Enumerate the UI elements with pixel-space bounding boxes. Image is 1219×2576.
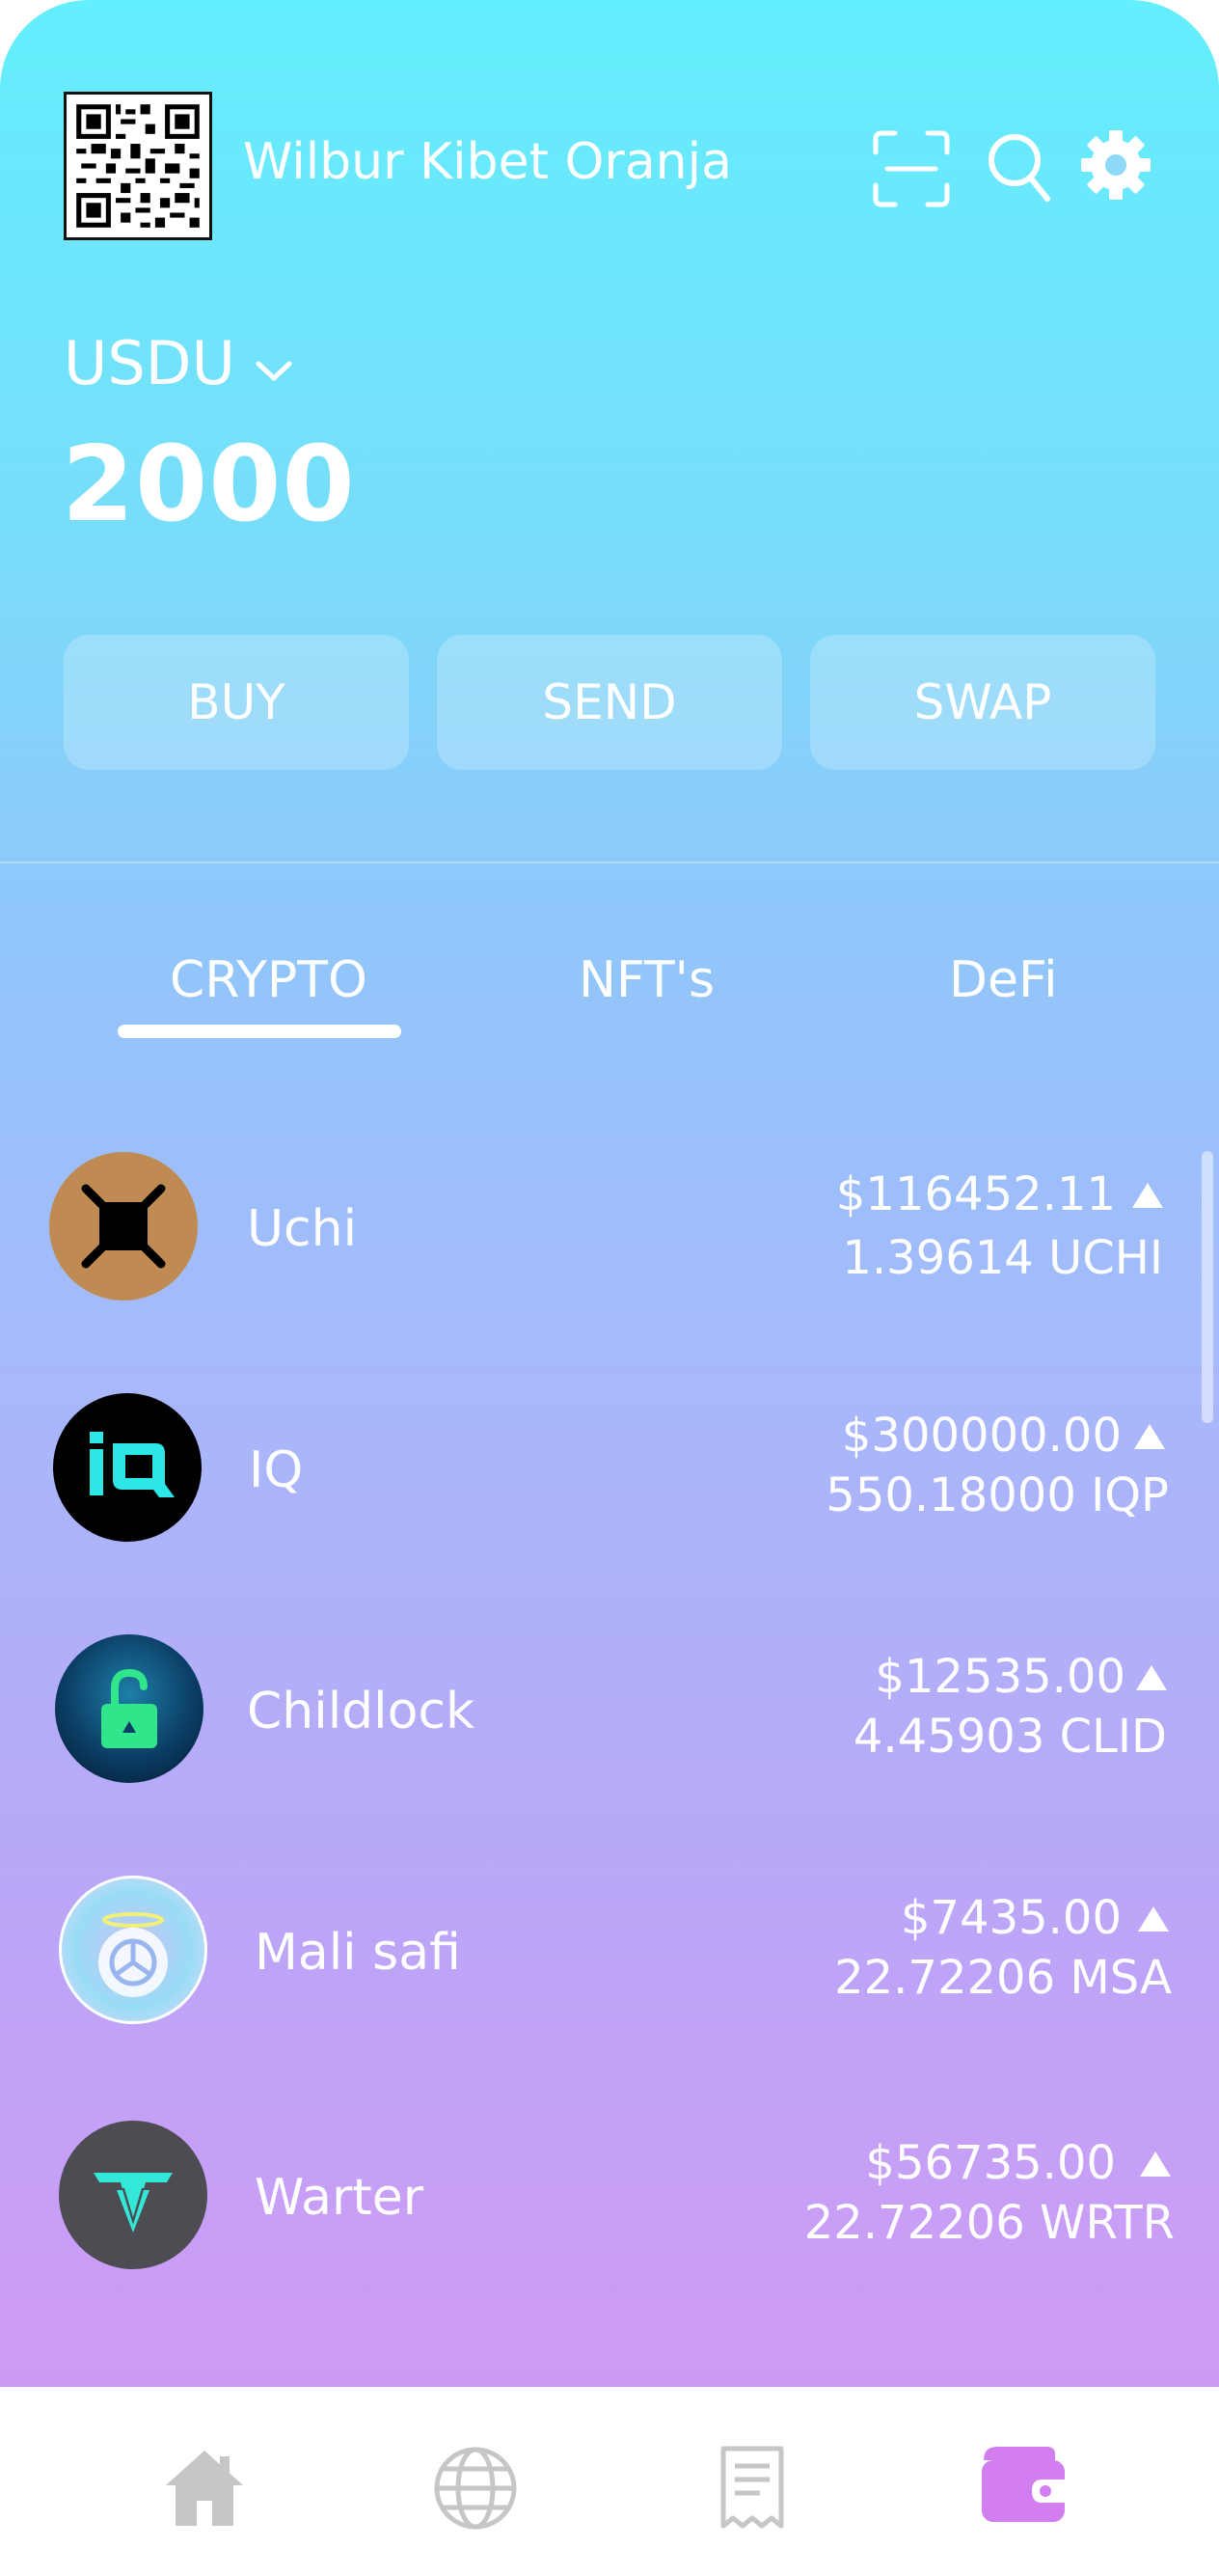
- wallet-icon[interactable]: [978, 2441, 1069, 2532]
- trend-up-icon: [1132, 1183, 1163, 1208]
- chevron-down-icon: [255, 328, 293, 398]
- coin-amount: 22.72206 MSA: [834, 1951, 1172, 2005]
- swap-button[interactable]: SWAP: [810, 635, 1155, 770]
- warter-coin-icon: [59, 2121, 207, 2269]
- trend-up-icon: [1138, 1906, 1169, 1932]
- receipt-icon[interactable]: [716, 2445, 789, 2535]
- coin-value: $56735.00: [865, 2136, 1116, 2190]
- coin-value: $116452.11: [835, 1167, 1116, 1221]
- globe-icon[interactable]: [432, 2445, 519, 2535]
- coin-name: IQ: [249, 1441, 304, 1499]
- coin-amount: 550.18000 IQP: [826, 1468, 1169, 1522]
- wallet-screen: Wilbur Kibet Oranja USDU 2000 BUY SEND S…: [0, 0, 1219, 2387]
- trend-up-icon: [1136, 1665, 1167, 1690]
- tab-defi[interactable]: DeFi: [949, 951, 1058, 1009]
- gear-icon[interactable]: [1080, 129, 1151, 205]
- buy-button[interactable]: BUY: [64, 635, 409, 770]
- childlock-coin-icon: [55, 1634, 203, 1783]
- trend-up-icon: [1140, 2151, 1171, 2177]
- coin-amount: 1.39614 UCHI: [842, 1231, 1163, 1285]
- coin-value: $12535.00: [875, 1650, 1125, 1704]
- balance-amount: 2000: [62, 425, 356, 545]
- coin-amount: 22.72206 WRTR: [803, 2196, 1175, 2250]
- scan-icon[interactable]: [872, 129, 951, 212]
- qr-code-icon[interactable]: [64, 92, 212, 240]
- mali-safi-coin-icon: [59, 1876, 207, 2024]
- uchi-coin-icon: [49, 1152, 198, 1301]
- currency-label: USDU: [64, 328, 235, 398]
- home-icon[interactable]: [162, 2445, 247, 2534]
- username: Wilbur Kibet Oranja: [243, 133, 732, 191]
- coin-amount: 4.45903 CLID: [853, 1710, 1167, 1764]
- tab-nfts[interactable]: NFT's: [579, 951, 715, 1009]
- tab-crypto[interactable]: CRYPTO: [170, 951, 367, 1009]
- iq-coin-icon: [53, 1393, 202, 1542]
- send-button[interactable]: SEND: [437, 635, 782, 770]
- scrollbar[interactable]: [1202, 1151, 1213, 1423]
- search-icon[interactable]: [986, 131, 1053, 208]
- coin-name: Childlock: [247, 1683, 475, 1740]
- coin-value: $300000.00: [841, 1409, 1122, 1463]
- divider: [0, 862, 1219, 863]
- trend-up-icon: [1134, 1424, 1165, 1449]
- coin-name: Warter: [255, 2169, 424, 2227]
- currency-selector[interactable]: USDU: [64, 328, 293, 398]
- coin-value: $7435.00: [900, 1891, 1122, 1945]
- coin-name: Uchi: [247, 1200, 358, 1258]
- coin-name: Mali safi: [255, 1924, 461, 1982]
- active-tab-indicator: [118, 1025, 401, 1038]
